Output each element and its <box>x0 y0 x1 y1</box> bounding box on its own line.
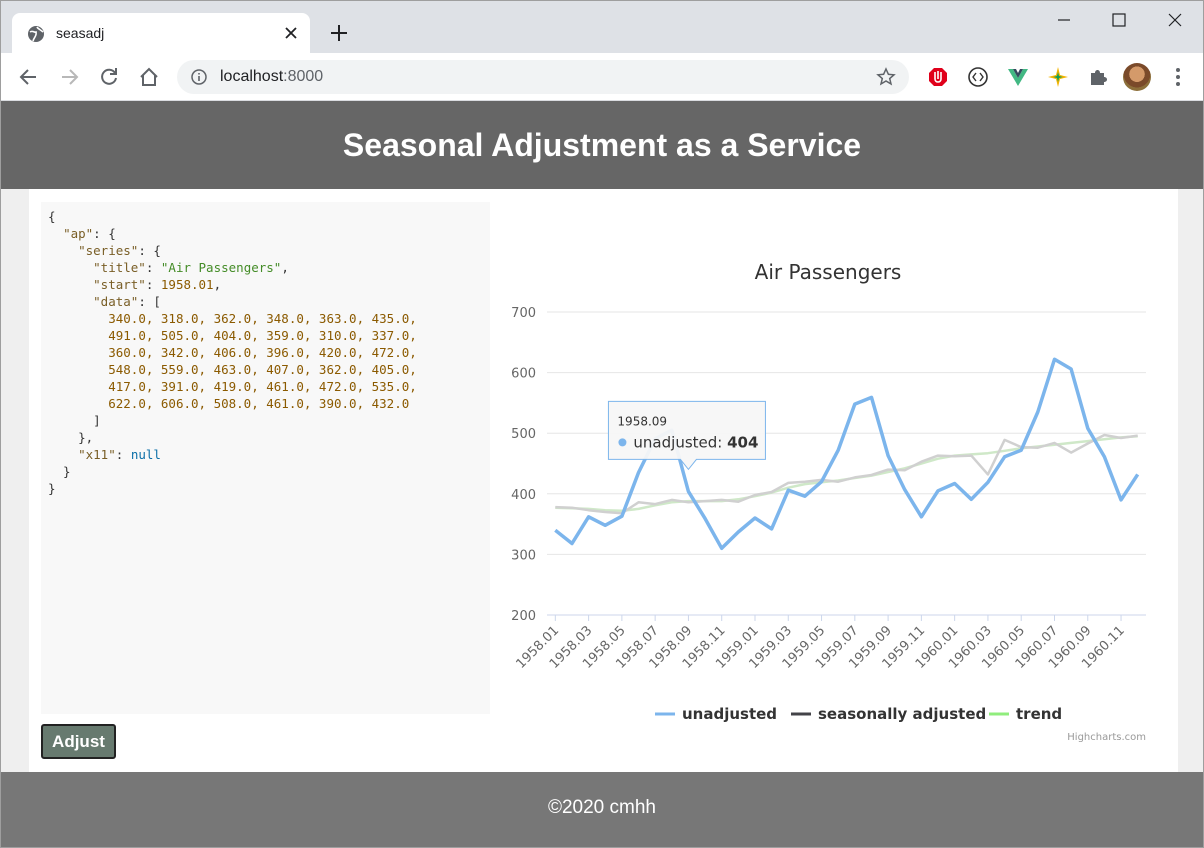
page: Seasonal Adjustment as a Service { "ap":… <box>1 101 1203 847</box>
legend-item-trend[interactable]: trend <box>989 705 1062 723</box>
close-tab-icon[interactable] <box>282 24 300 42</box>
adjust-button[interactable]: Adjust <box>41 724 116 759</box>
tab-title: seasadj <box>56 25 105 41</box>
vue-extension-icon[interactable] <box>1007 66 1029 88</box>
json-editor[interactable]: { "ap": { "series": { "title": "Air Pass… <box>41 202 490 714</box>
y-tick-label: 700 <box>511 306 536 321</box>
address-bar[interactable]: localhost:8000 <box>177 60 909 94</box>
legend-item-seasonally-adjusted[interactable]: seasonally adjusted <box>791 705 986 723</box>
json-key: "title" <box>93 260 146 275</box>
chart-credits[interactable]: Highcharts.com <box>1067 732 1146 743</box>
forward-arrow-icon[interactable] <box>58 66 80 88</box>
json-key: "ap" <box>63 226 94 241</box>
tab-strip: seasadj <box>1 1 1203 53</box>
footer-text: ©2020 cmhh <box>1 772 1203 847</box>
globe-icon <box>28 26 44 42</box>
tooltip-value: unadjusted: 404 <box>633 433 758 451</box>
json-data-line: 340.0, 318.0, 362.0, 348.0, 363.0, 435.0… <box>108 311 417 326</box>
json-data-line: 417.0, 391.0, 419.0, 461.0, 472.0, 535.0… <box>108 379 417 394</box>
json-key: "series" <box>78 243 139 258</box>
json-data-line: 548.0, 559.0, 463.0, 407.0, 362.0, 405.0… <box>108 362 417 377</box>
page-title: Seasonal Adjustment as a Service <box>1 101 1203 189</box>
legend-label[interactable]: seasonally adjusted <box>818 705 986 723</box>
y-tick-label: 600 <box>511 367 536 382</box>
y-tick-label: 300 <box>511 548 536 563</box>
json-string: "Air Passengers" <box>160 260 282 275</box>
y-tick-label: 200 <box>511 609 536 624</box>
new-tab-icon[interactable] <box>327 21 351 45</box>
minimize-icon[interactable] <box>1049 9 1079 31</box>
ublock-extension-icon[interactable] <box>927 66 949 88</box>
json-number: 1958.01 <box>160 277 214 292</box>
browser-tab[interactable]: seasadj <box>12 13 310 53</box>
tooltip-date: 1958.09 <box>617 414 667 428</box>
json-key: "data" <box>93 294 139 309</box>
json-key: "start" <box>93 277 146 292</box>
home-icon[interactable] <box>138 66 160 88</box>
json-text: { "ap": { "series": { "title": "Air Pass… <box>48 209 417 496</box>
reload-icon[interactable] <box>98 66 120 88</box>
profile-avatar[interactable] <box>1123 63 1151 91</box>
json-data-line: 622.0, 606.0, 508.0, 461.0, 390.0, 432.0 <box>108 396 410 411</box>
line-chart[interactable]: Air Passengers 200 300 400 500 600 700 1958.0… <box>495 202 1155 762</box>
maximize-icon[interactable] <box>1104 9 1134 31</box>
extensions-puzzle-icon[interactable] <box>1087 66 1109 88</box>
kebab-menu-icon[interactable] <box>1167 66 1189 88</box>
sparkle-extension-icon[interactable] <box>1047 66 1069 88</box>
back-arrow-icon[interactable] <box>18 66 40 88</box>
browser-window: seasadj localhost:8000 Seasonal Adjustme… <box>0 0 1204 848</box>
tooltip-marker <box>618 438 627 447</box>
url-text: localhost:8000 <box>220 68 324 85</box>
json-literal: null <box>130 447 161 462</box>
chart-title: Air Passengers <box>755 260 902 284</box>
json-data-line: 360.0, 342.0, 406.0, 396.0, 420.0, 472.0… <box>108 345 417 360</box>
legend-item-unadjusted[interactable]: unadjusted <box>655 705 777 723</box>
legend-label[interactable]: trend <box>1016 705 1062 723</box>
y-tick-label: 500 <box>511 427 536 442</box>
browser-toolbar: localhost:8000 <box>1 53 1203 101</box>
json-key: "x11" <box>78 447 116 462</box>
y-tick-label: 400 <box>511 488 536 503</box>
devtools-extension-icon[interactable] <box>967 66 989 88</box>
close-window-icon[interactable] <box>1160 9 1190 31</box>
bookmark-star-icon[interactable] <box>876 67 896 87</box>
legend-label[interactable]: unadjusted <box>682 705 777 723</box>
info-icon[interactable] <box>191 69 207 85</box>
json-data-line: 491.0, 505.0, 404.0, 359.0, 310.0, 337.0… <box>108 328 417 343</box>
main-content: { "ap": { "series": { "title": "Air Pass… <box>29 189 1178 772</box>
